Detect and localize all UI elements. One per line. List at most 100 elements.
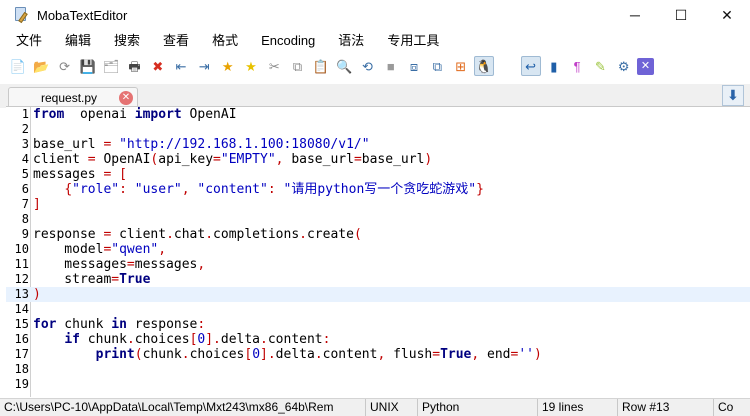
linux-icon[interactable]: 🐧 [473,56,494,76]
maximize-button[interactable]: ☐ [658,0,704,30]
close-tab-icon[interactable]: ✕ [119,91,133,105]
code-line[interactable]: 2 [6,122,750,137]
menu-syntax[interactable]: 语法 [331,31,371,51]
line-code: model="qwen", [33,242,167,257]
line-number: 5 [21,167,29,181]
line-number: 14 [14,302,29,316]
toolbar: 📄 📂 ⟳ 💾 🗂 🖶 ✖ ⇤ ⇥ ★ ★ ✂ ⧉ 📋 🔍 ⟲ ■ ⧈ ⧉ ⊞ 🐧 ↩ ▮ ¶ ✎ ⚙ ✕ [0,53,750,79]
line-code: stream=True [33,272,151,287]
tab-bar: request.py ✕ ⬇ [0,84,750,108]
find-replace-icon[interactable]: ⟲ [357,56,377,76]
code-line[interactable]: 13) [6,287,750,302]
apple-icon[interactable] [497,56,517,76]
line-number: 16 [14,332,29,346]
minimize-button[interactable]: ─ [612,0,658,30]
status-row: Row #13 [618,399,714,416]
code-line[interactable]: 12 stream=True [6,272,750,287]
code-line[interactable]: 6 {"role": "user", "content": "请用python写… [6,182,750,197]
code-line[interactable]: 17 print(chunk.choices[0].delta.content,… [6,347,750,362]
column-icon[interactable]: ▮ [544,56,564,76]
copy-icon[interactable]: ⧉ [288,56,308,76]
bookmark-icon[interactable]: ★ [218,56,238,76]
unindent-icon[interactable]: ⇥ [194,56,214,76]
tab-list-button[interactable]: ⬇ [722,85,744,106]
line-number: 15 [14,317,29,331]
menu-tools[interactable]: 专用工具 [380,31,446,51]
menu-file[interactable]: 文件 [9,31,49,51]
line-number: 10 [14,242,29,256]
tab-label: request.py [41,91,98,105]
code-line[interactable]: 10 model="qwen", [6,242,750,257]
code-line[interactable]: 7] [6,197,750,212]
status-bar: C:\Users\PC-10\AppData\Local\Temp\Mxt243… [0,398,750,416]
windows-icon[interactable]: ⊞ [451,56,471,76]
paste-icon[interactable]: 📋 [311,56,331,76]
line-number: 11 [14,257,29,271]
line-number: 3 [21,137,29,151]
menu-encoding[interactable]: Encoding [254,31,322,51]
line-code: {"role": "user", "content": "请用python写一个… [64,182,484,197]
find-icon[interactable]: 🔍 [334,56,354,76]
app-icon [14,7,30,24]
line-code: messages = [ [33,167,127,182]
menu-edit[interactable]: 编辑 [58,31,98,51]
menu-format[interactable]: 格式 [205,31,245,51]
reload-icon[interactable]: ⟳ [55,56,75,76]
status-syntax[interactable]: Python [418,399,538,416]
line-number: 17 [14,347,29,361]
close-file-icon[interactable]: ✖ [148,56,168,76]
line-number: 1 [21,107,29,121]
highlighter-icon[interactable]: ✎ [590,56,610,76]
print-icon[interactable]: 🖶 [124,56,144,76]
bookmark-next-icon[interactable]: ★ [241,56,261,76]
code-line[interactable]: 11 messages=messages, [6,257,750,272]
pilcrow-icon[interactable]: ¶ [567,56,587,76]
window-title: MobaTextEditor [37,7,128,23]
code-editor[interactable]: 1 from openai import OpenAI 2 3 base_url = "… [6,106,750,397]
open-folder-icon[interactable]: 📂 [31,56,51,76]
new-file-icon[interactable]: 📄 [8,56,28,76]
line-code: ) [33,287,41,302]
gray-box-icon[interactable]: ■ [381,56,401,76]
merge-icon[interactable]: ⧉ [427,56,447,76]
line-code: print(chunk.choices[0].delta.content, fl… [95,347,542,362]
status-line-count: 19 lines [538,399,618,416]
settings-icon[interactable]: ⚙ [614,56,634,76]
code-line[interactable]: 3 base_url = "http://192.168.1.100:18080/… [6,137,750,152]
code-line[interactable]: 16 if chunk.choices[0].delta.content: [6,332,750,347]
menu-search[interactable]: 搜索 [107,31,147,51]
indent-icon[interactable]: ⇤ [171,56,191,76]
code-line[interactable]: 15 for chunk in response: [6,317,750,332]
status-col: Co [718,400,734,414]
line-number: 9 [21,227,29,241]
code-line[interactable]: 4 client = OpenAI(api_key="EMPTY", base_u… [6,152,750,167]
line-number: 18 [14,362,29,376]
line-number: 2 [21,122,29,136]
save-all-icon[interactable]: 🗂 [101,56,121,76]
cut-icon[interactable]: ✂ [264,56,284,76]
word-wrap-icon[interactable]: ↩ [520,56,541,76]
line-code: messages=messages, [33,257,206,272]
line-number: 4 [21,152,29,166]
menu-view[interactable]: 查看 [156,31,196,51]
code-line[interactable]: 8 [6,212,750,227]
compare-icon[interactable]: ⧈ [404,56,424,76]
close-panel-icon[interactable]: ✕ [637,57,655,75]
code-line[interactable]: 9 response = client.chat.completions.crea… [6,227,750,242]
tab-request-py[interactable]: request.py ✕ [8,87,138,108]
line-code: for chunk in response: [33,317,206,332]
code-line[interactable]: 5 messages = [ [6,167,750,182]
save-icon[interactable]: 💾 [78,56,98,76]
line-number: 6 [21,182,29,196]
line-number: 12 [14,272,29,286]
line-code: client = OpenAI(api_key="EMPTY", base_ur… [33,152,433,167]
window-controls: ─ ☐ ✕ [612,0,750,30]
code-line[interactable]: 18 [6,362,750,377]
code-line[interactable]: 14 [6,302,750,317]
status-line-endings[interactable]: UNIX [366,399,418,416]
line-number: 19 [14,377,29,391]
close-window-button[interactable]: ✕ [704,0,750,30]
code-line[interactable]: 19 [6,377,750,392]
line-number: 7 [21,197,29,211]
code-line[interactable]: 1 from openai import OpenAI [6,107,750,122]
